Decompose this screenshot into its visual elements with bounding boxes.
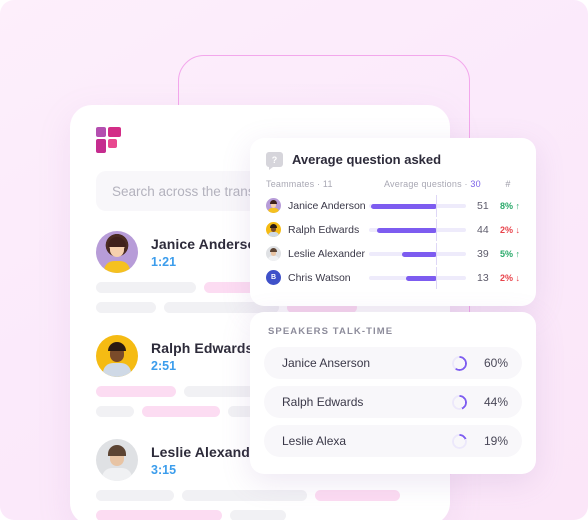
row-value: 44	[476, 223, 489, 236]
row-name-cell: Leslie Alexander	[266, 246, 369, 261]
row-label: Chris Watson	[288, 271, 351, 284]
table-row[interactable]: Janice Anderson 51 8% ↑	[266, 195, 520, 217]
column-teammates: Teammates · 11	[266, 179, 333, 189]
row-name-cell: Janice Anderson	[266, 198, 369, 213]
skeleton-bar	[96, 302, 156, 313]
row-delta: 8% ↑	[499, 200, 520, 211]
column-count: #	[505, 179, 511, 189]
avatar	[266, 222, 281, 237]
reference-line	[435, 267, 438, 289]
delta-value: 5%	[499, 248, 513, 259]
reference-line	[435, 243, 438, 265]
card-title: SPEAKERS TALK-TIME	[268, 326, 394, 337]
avatar-initial: B	[266, 270, 281, 285]
skeleton-bar	[142, 406, 220, 417]
bar-fill	[376, 227, 437, 233]
logo-square-2	[108, 127, 121, 137]
speaker-name: Leslie Alexander	[151, 443, 264, 460]
avatar	[96, 439, 138, 481]
row-delta: 2% ↓	[499, 224, 520, 235]
column-average-label: Average questions ·	[384, 179, 471, 189]
row-label: Ralph Edwards	[288, 223, 360, 236]
timestamp[interactable]: 1:21	[151, 255, 265, 269]
speaker-name: Janice Anserson	[282, 356, 371, 370]
timestamp[interactable]: 3:15	[151, 463, 263, 477]
progress-ring-icon	[452, 394, 467, 410]
logo-square-3	[96, 139, 106, 153]
row-delta: 2% ↓	[499, 272, 520, 283]
list-item[interactable]: Janice Anserson 60%	[264, 347, 522, 379]
reference-line	[435, 195, 438, 217]
bar-track	[368, 195, 467, 217]
skeleton-bar	[315, 490, 400, 501]
skeleton-bar	[96, 406, 134, 417]
column-average-value: 30	[470, 179, 481, 189]
speaker-name: Ralph Edwards	[282, 395, 364, 409]
column-headers: Teammates · 11 Average questions · 30 #	[266, 179, 520, 189]
bar-track	[368, 243, 467, 265]
delta-value: 2%	[499, 224, 513, 235]
skeleton-bar	[182, 490, 307, 501]
skeleton-bar	[96, 386, 176, 397]
timestamp[interactable]: 2:51	[151, 359, 253, 373]
logo-square-4	[108, 139, 117, 148]
avatar	[96, 231, 138, 273]
list-item-meta: Janice Anderson 1:21	[151, 236, 265, 269]
reference-line	[435, 219, 438, 241]
bar-fill	[405, 275, 437, 281]
row-label: Leslie Alexander	[288, 247, 366, 260]
bar-fill	[370, 203, 437, 209]
list-item[interactable]: Leslie Alexa 19%	[264, 425, 522, 457]
row-name-cell: B Chris Watson	[266, 270, 369, 285]
row-value: 13	[476, 271, 489, 284]
list-item-meta: Leslie Alexander 3:15	[151, 444, 263, 477]
table-row[interactable]: Ralph Edwards 44 2% ↓	[266, 219, 520, 241]
percent-value: 60%	[483, 356, 508, 370]
skeleton-bar	[96, 282, 196, 293]
speaker-name: Leslie Alexa	[282, 434, 347, 448]
avatar	[266, 246, 281, 261]
row-value: 51	[476, 199, 489, 212]
delta-value: 2%	[499, 272, 513, 283]
delta-value: 8%	[499, 200, 513, 211]
percent-value: 19%	[483, 434, 508, 448]
card-header: ? Average question asked	[266, 152, 520, 170]
speaker-name: Janice Anderson	[151, 235, 265, 252]
bar-track	[368, 219, 467, 241]
percent-value: 44%	[483, 395, 508, 409]
app-root: Search across the transcript Janice Ande…	[0, 0, 588, 520]
speakers-talk-time-card: SPEAKERS TALK-TIME Janice Anserson 60% R…	[250, 312, 536, 474]
question-bubble-icon: ?	[266, 152, 283, 170]
row-label: Janice Anderson	[288, 199, 366, 212]
page-title: Average question asked	[292, 152, 442, 167]
table-row[interactable]: B Chris Watson 13 2% ↓	[266, 267, 520, 289]
row-value: 39	[476, 247, 489, 260]
row-name-cell: Ralph Edwards	[266, 222, 369, 237]
speaker-name: Ralph Edwards	[151, 339, 254, 356]
progress-ring-icon	[452, 355, 467, 371]
avatar	[96, 335, 138, 377]
list-item-meta: Ralph Edwards 2:51	[151, 340, 253, 373]
bar-fill	[401, 251, 437, 257]
skeleton-row	[96, 490, 424, 501]
progress-ring-icon	[452, 433, 467, 449]
average-questions-card: ? Average question asked Teammates · 11 …	[250, 138, 536, 306]
skeleton-bar	[230, 510, 286, 520]
skeleton-bar	[96, 490, 174, 501]
skeleton-bar	[96, 510, 222, 520]
skeleton-row	[96, 510, 424, 520]
bar-track	[368, 267, 467, 289]
list-item[interactable]: Ralph Edwards 44%	[264, 386, 522, 418]
table-row[interactable]: Leslie Alexander 39 5% ↑	[266, 243, 520, 265]
column-average-questions: Average questions · 30	[384, 179, 496, 189]
logo-square-1	[96, 127, 106, 137]
fireflies-logo[interactable]	[96, 127, 122, 153]
avatar	[266, 198, 281, 213]
row-delta: 5% ↑	[499, 248, 520, 259]
